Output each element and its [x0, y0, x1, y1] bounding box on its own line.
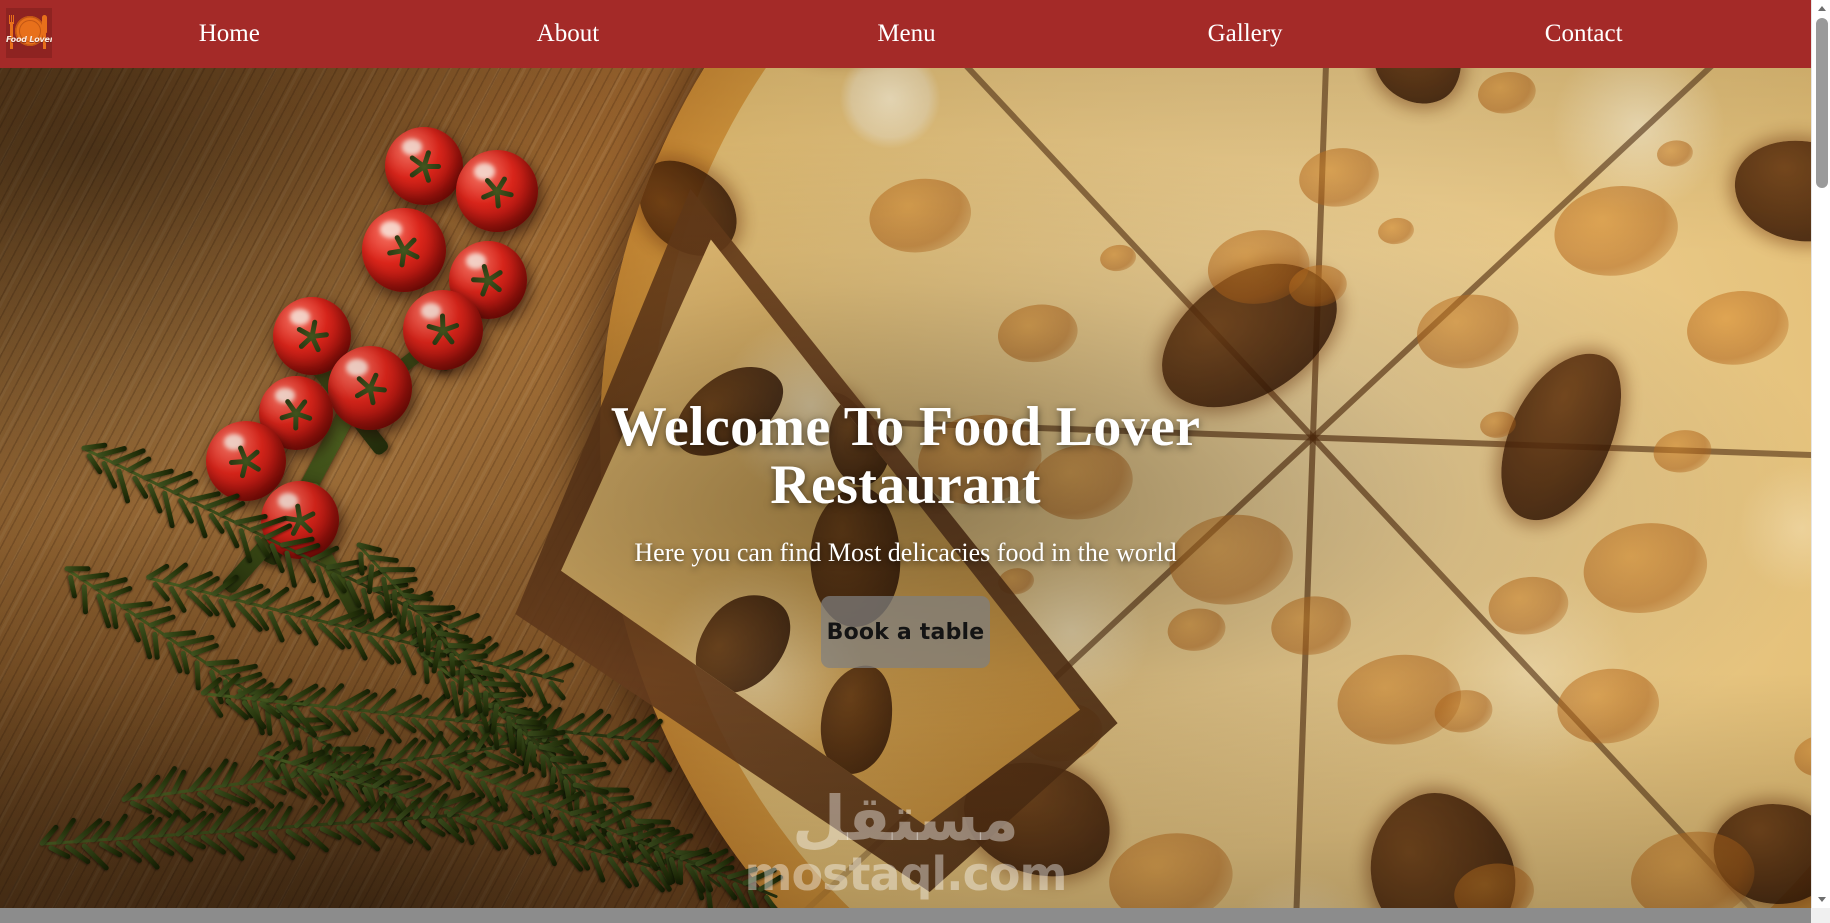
browser-page: Food Lover Home About Menu Gallery Conta…	[0, 0, 1830, 923]
scrollbar-corner	[1811, 908, 1830, 923]
vertical-scrollbar-thumb[interactable]	[1816, 18, 1828, 188]
site-logo[interactable]: Food Lover	[6, 8, 52, 58]
nav-item-gallery[interactable]: Gallery	[1076, 0, 1415, 68]
logo-text: Food Lover	[6, 35, 52, 44]
main-navbar: Food Lover Home About Menu Gallery Conta…	[0, 0, 1811, 68]
nav-item-about[interactable]: About	[399, 0, 738, 68]
nav-item-contact[interactable]: Contact	[1414, 0, 1811, 68]
horizontal-scrollbar[interactable]	[0, 908, 1830, 923]
hero-subtitle: Here you can find Most delicacies food i…	[634, 538, 1177, 567]
nav-item-home[interactable]: Home	[60, 0, 399, 68]
page-viewport: Food Lover Home About Menu Gallery Conta…	[0, 0, 1811, 908]
nav-links: Home About Menu Gallery Contact	[60, 0, 1811, 68]
scroll-down-arrow-icon[interactable]	[1812, 891, 1830, 908]
book-a-table-button[interactable]: Book a table	[821, 596, 990, 668]
scroll-up-arrow-icon[interactable]	[1812, 0, 1830, 17]
hero-section: Welcome To Food Lover Restaurant Here yo…	[0, 68, 1811, 908]
nav-item-menu[interactable]: Menu	[737, 0, 1076, 68]
hero-title: Welcome To Food Lover Restaurant	[610, 396, 1201, 516]
horizontal-scrollbar-thumb[interactable]	[0, 910, 1200, 921]
vertical-scrollbar[interactable]	[1811, 0, 1830, 908]
hero-content: Welcome To Food Lover Restaurant Here yo…	[0, 68, 1811, 908]
